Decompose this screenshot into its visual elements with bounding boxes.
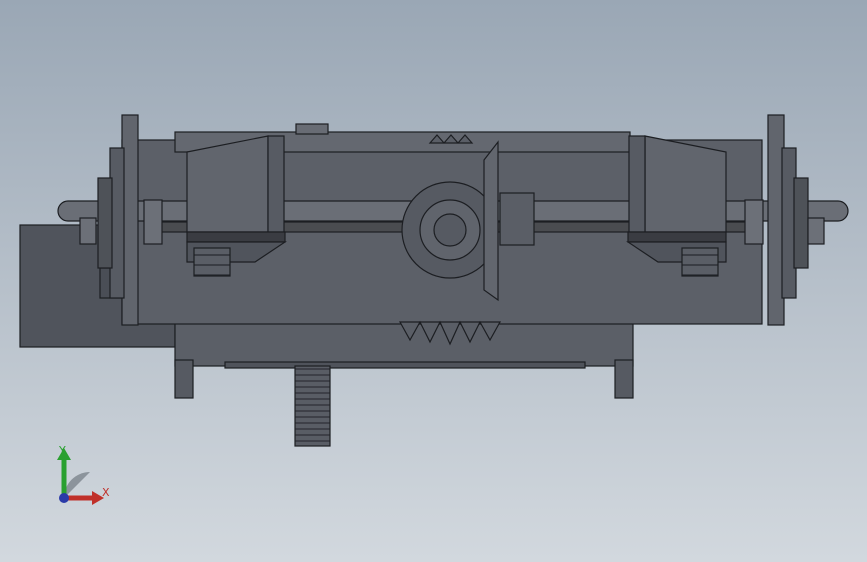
- gear-teeth-top: [428, 134, 474, 144]
- nut-left-outer: [79, 217, 97, 245]
- center-blade[interactable]: [483, 140, 499, 302]
- triad-z-axis: [59, 493, 69, 503]
- right-spring: [681, 247, 719, 277]
- gearbox-model[interactable]: [19, 114, 849, 447]
- nut-right-inner: [744, 199, 764, 245]
- triad-rotation-arc: [64, 472, 90, 498]
- 3d-viewport[interactable]: [0, 0, 867, 562]
- drive-rack[interactable]: [294, 365, 331, 447]
- triad-y-label: Y: [58, 444, 66, 457]
- coordinate-triad: Y X: [57, 444, 110, 505]
- triad-x-label: X: [102, 486, 110, 499]
- nut-left-inner: [143, 199, 163, 245]
- nut-right-outer: [807, 217, 825, 245]
- left-spring: [193, 247, 231, 277]
